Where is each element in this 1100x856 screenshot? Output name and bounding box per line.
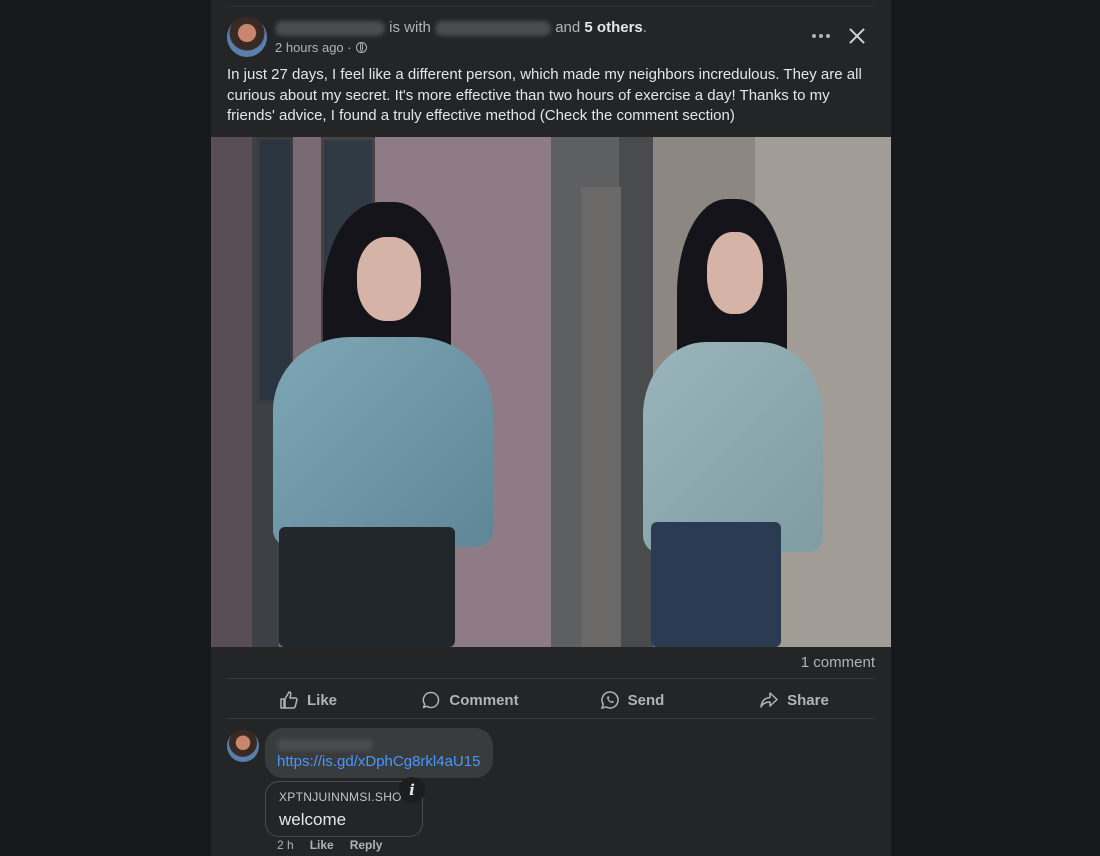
comment-like-link[interactable]: Like <box>310 838 334 852</box>
comment-time[interactable]: 2 h <box>277 838 294 852</box>
like-label: Like <box>306 691 337 709</box>
divider <box>227 678 875 679</box>
and-text: and <box>555 19 581 36</box>
author-avatar[interactable] <box>227 17 267 57</box>
comment-icon <box>423 691 440 709</box>
preview-domain: XPTNJUINNMSI.SHO <box>279 790 402 804</box>
figure-face <box>357 237 421 321</box>
post-photo-after[interactable] <box>551 137 891 647</box>
globe-icon <box>355 42 367 53</box>
close-button[interactable] <box>845 24 869 48</box>
share-button[interactable]: Share <box>713 682 875 718</box>
timestamp[interactable]: 2 hours ago · <box>275 40 352 55</box>
action-bar: Like Comment Send Share <box>227 682 875 718</box>
author-name-redacted[interactable] <box>275 20 385 36</box>
tagged-name-redacted[interactable] <box>435 20 552 36</box>
post-body: In just 27 days, I feel like a different… <box>227 66 862 124</box>
window-shape <box>257 137 293 403</box>
dot-icon <box>812 34 816 38</box>
info-icon[interactable]: i <box>399 777 425 803</box>
comment-meta: 2 h Like Reply <box>277 838 382 852</box>
comment-link[interactable]: https://is.gd/xDphCg8rkl4aU15 <box>277 753 480 770</box>
more-options-button[interactable] <box>807 22 835 50</box>
comment-bubble: https://is.gd/xDphCg8rkl4aU15 <box>265 728 493 778</box>
post-meta: 2 hours ago · <box>275 40 367 55</box>
figure-shirt <box>273 337 493 547</box>
send-label: Send <box>627 691 665 709</box>
dot-icon <box>826 34 830 38</box>
post-photo-before[interactable] <box>211 137 551 647</box>
like-button[interactable]: Like <box>227 682 389 718</box>
figure-shirt <box>643 342 823 552</box>
backdrop-right <box>891 0 1100 856</box>
comment-button[interactable]: Comment <box>389 682 551 718</box>
share-arrow-icon <box>760 692 778 708</box>
send-button[interactable]: Send <box>551 682 713 718</box>
figure-pants <box>279 527 455 647</box>
comment-count[interactable]: 1 comment <box>801 654 875 671</box>
share-label: Share <box>787 691 829 709</box>
preview-title: welcome <box>279 810 347 829</box>
comment-label: Comment <box>449 691 519 709</box>
divider <box>227 718 875 719</box>
comment-reply-link[interactable]: Reply <box>350 838 383 852</box>
backdrop-left <box>0 0 211 856</box>
pillar-shape <box>581 187 621 647</box>
post-header: is with and 5 others. <box>275 19 647 36</box>
figure-jeans <box>651 522 781 647</box>
post-modal: is with and 5 others. 2 hours ago · In j… <box>211 0 891 856</box>
figure-face <box>707 232 763 314</box>
whatsapp-icon <box>600 691 619 710</box>
others-link[interactable]: 5 others <box>584 19 642 36</box>
thumbs-up-icon <box>280 691 298 709</box>
commenter-avatar[interactable] <box>227 730 259 762</box>
dot-icon <box>819 34 823 38</box>
divider <box>227 6 875 7</box>
with-text: is with <box>389 19 431 36</box>
commenter-name-redacted[interactable] <box>277 736 373 754</box>
